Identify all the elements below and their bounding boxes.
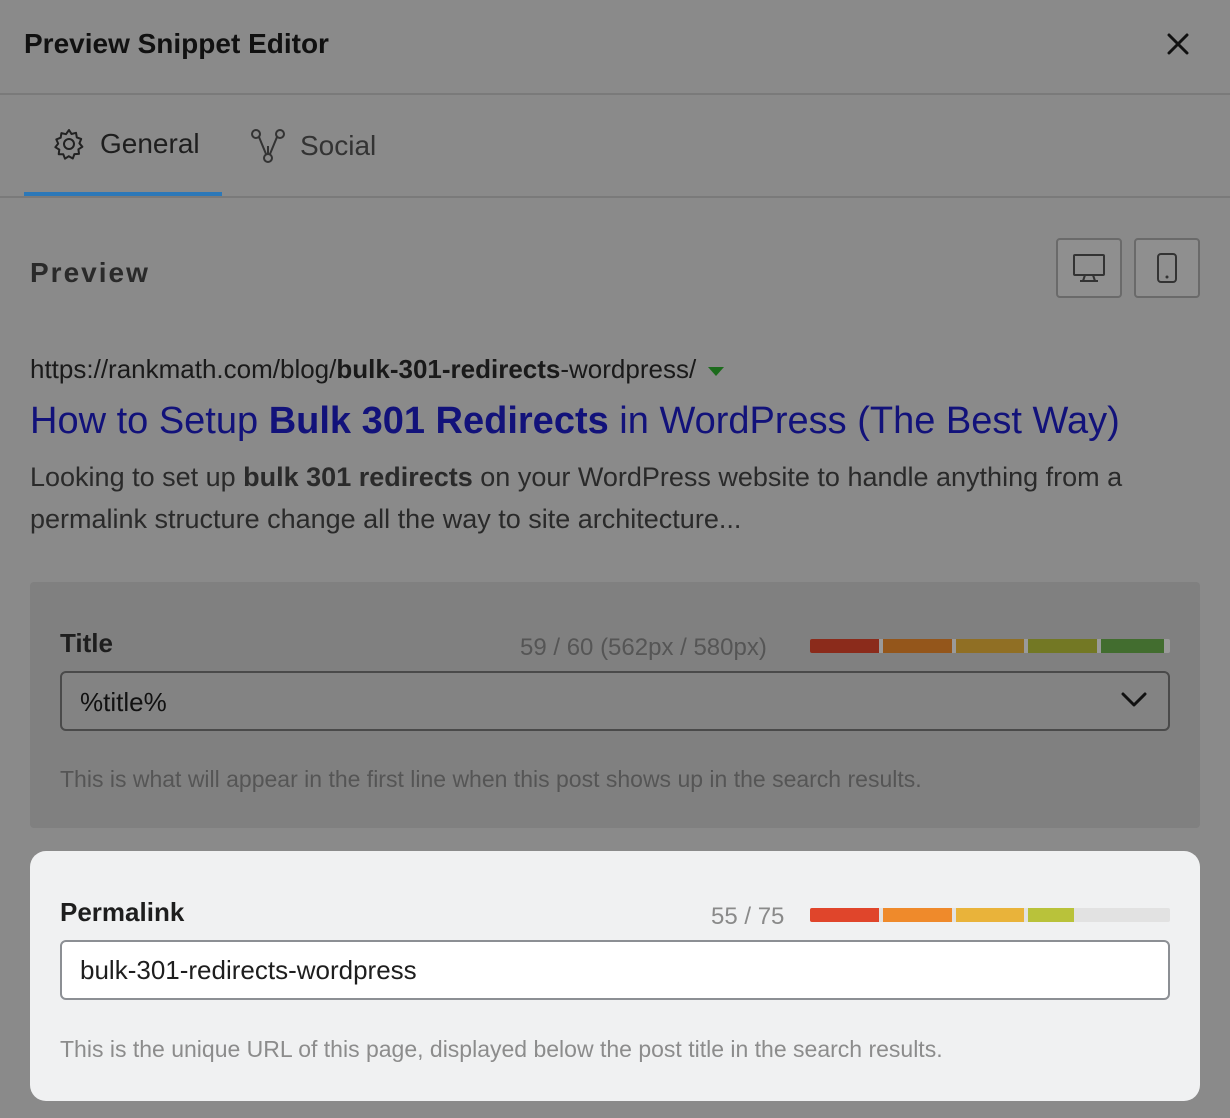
desktop-preview-button[interactable]	[1056, 238, 1122, 298]
permalink-field-card: Permalink 55 / 75 This is the unique URL…	[30, 851, 1200, 1101]
permalink-length-meter	[810, 908, 1170, 922]
serp-url-keyword: bulk-301-redirects	[336, 354, 561, 384]
title-counter: 59 / 60 (562px / 580px)	[520, 634, 767, 661]
gear-icon	[54, 128, 84, 160]
tab-general[interactable]: General	[24, 95, 222, 196]
serp-title: How to Setup Bulk 301 Redirects in WordP…	[30, 400, 1120, 443]
meter-segment	[955, 639, 1025, 653]
meter-segment	[810, 639, 879, 653]
tab-bar: General Social	[0, 95, 1230, 198]
serp-url: https://rankmath.com/blog/bulk-301-redir…	[30, 354, 725, 385]
caret-down-icon	[708, 366, 725, 376]
title-help-text: This is what will appear in the first li…	[60, 766, 922, 792]
modal-header: Preview Snippet Editor	[0, 0, 1230, 95]
tab-general-label: General	[100, 127, 200, 159]
share-nodes-icon	[251, 128, 285, 163]
meter-segment	[1028, 639, 1098, 653]
permalink-input[interactable]	[60, 940, 1170, 1000]
meter-segment	[1101, 639, 1164, 653]
meter-segment	[810, 908, 879, 922]
serp-url-end: -wordpress/	[560, 354, 697, 384]
permalink-help-text: This is the unique URL of this page, dis…	[60, 1036, 943, 1062]
title-length-meter	[810, 639, 1170, 653]
serp-desc-keyword: bulk 301 redirects	[243, 462, 473, 492]
mobile-preview-button[interactable]	[1134, 238, 1200, 298]
serp-url-base: https://rankmath.com/blog/	[30, 354, 337, 384]
permalink-counter: 55 / 75	[711, 903, 785, 930]
title-field-label: Title	[60, 628, 113, 658]
serp-description: Looking to set up bulk 301 redirects on …	[30, 456, 1200, 540]
serp-title-keyword: Bulk 301 Redirects	[268, 400, 609, 442]
title-select-value: %title%	[80, 687, 167, 717]
meter-segment	[882, 639, 952, 653]
meter-segment	[1028, 908, 1074, 922]
meter-segment	[882, 908, 952, 922]
close-icon	[1167, 33, 1189, 55]
mobile-icon	[1157, 253, 1177, 283]
tab-social-label: Social	[300, 129, 377, 161]
title-field-panel: Title 59 / 60 (562px / 580px) %title% Th…	[30, 582, 1200, 828]
serp-title-start: How to Setup	[30, 400, 269, 442]
desktop-icon	[1073, 254, 1105, 282]
title-select[interactable]: %title%	[60, 671, 1170, 731]
serp-title-end: in WordPress (The Best Way)	[608, 400, 1120, 442]
close-button[interactable]	[1160, 26, 1196, 62]
permalink-field-label: Permalink	[60, 897, 185, 927]
meter-segment	[955, 908, 1025, 922]
modal-title: Preview Snippet Editor	[24, 28, 329, 59]
serp-desc-start: Looking to set up	[30, 462, 244, 492]
tab-social[interactable]: Social	[250, 95, 376, 196]
preview-heading: Preview	[30, 257, 150, 288]
chevron-down-icon	[1121, 692, 1147, 707]
